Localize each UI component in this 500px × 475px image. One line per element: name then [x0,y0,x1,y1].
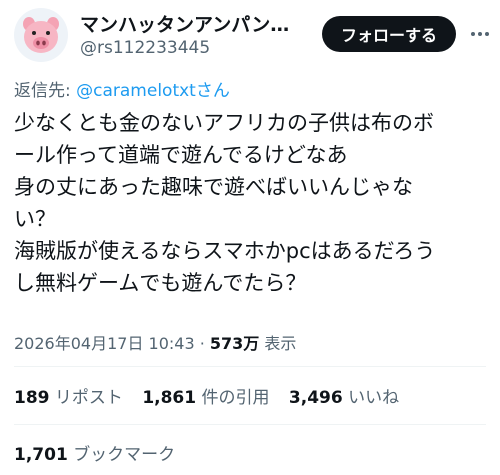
reply-to-prefix: 返信先: [14,81,77,101]
meta-separator: · [194,334,210,353]
likes-label: いいね [348,388,400,408]
divider [14,424,486,425]
bookmarks-label: ブックマーク [73,445,176,465]
reposts-count: 189 [14,388,50,408]
likes-stat[interactable]: 3,496 いいね [289,388,399,408]
reply-to-mention-link[interactable]: @caramelotxtさん [76,81,230,101]
reposts-stat[interactable]: 189 リポスト [14,388,123,408]
more-options-icon[interactable] [468,22,492,46]
tweet-text-line: い？ [14,207,56,231]
likes-count: 3,496 [288,388,343,408]
views-count: 573万 [209,334,260,353]
tweet-text-line: 身の丈にあった趣味で遊べばいいんじゃな [14,175,413,199]
reply-to-line: 返信先: @caramelotxtさん [14,76,230,101]
tweet-text-line: 海賊版が使えるならスマホかpcはあるだろう [14,239,436,263]
bookmarks-stat[interactable]: 1,701 ブックマーク [14,440,175,465]
views-label: 表示 [259,334,297,353]
tweet-header: マンハッタンアンパン… @rs112233445 フォローする [0,0,500,70]
timestamp-link[interactable]: 2026年04月17日 10:43 [14,334,195,353]
quotes-stat[interactable]: 1,861 件の引用 [142,388,269,408]
pig-face-icon [23,17,59,53]
quotes-label: 件の引用 [201,388,270,408]
tweet-meta: 2026年04月17日 10:43 · 573万 表示 [14,330,296,354]
bookmarks-count: 1,701 [14,445,68,465]
follow-button[interactable]: フォローする [322,16,456,52]
tweet-text-line: 少なくとも金のないアフリカの子供は布のボ [14,111,434,135]
tweet-text-line: ール作って道端で遊んでるけどなあ [14,143,348,167]
author-display-name[interactable]: マンハッタンアンパン… [80,10,289,37]
engagement-stats: 189 リポスト 1,861 件の引用 3,496 いいね [14,383,413,408]
avatar[interactable] [14,8,68,62]
reposts-label: リポスト [54,388,123,408]
quotes-count: 1,861 [142,388,197,408]
author-handle[interactable]: @rs112233445 [80,38,210,58]
tweet-text-line: し無料ゲームでも遊んでたら？ [14,271,307,295]
tweet-text: 少なくとも金のないアフリカの子供は布のボ ール作って道端で遊んでるけどなあ 身の… [14,107,484,299]
divider [14,366,486,367]
